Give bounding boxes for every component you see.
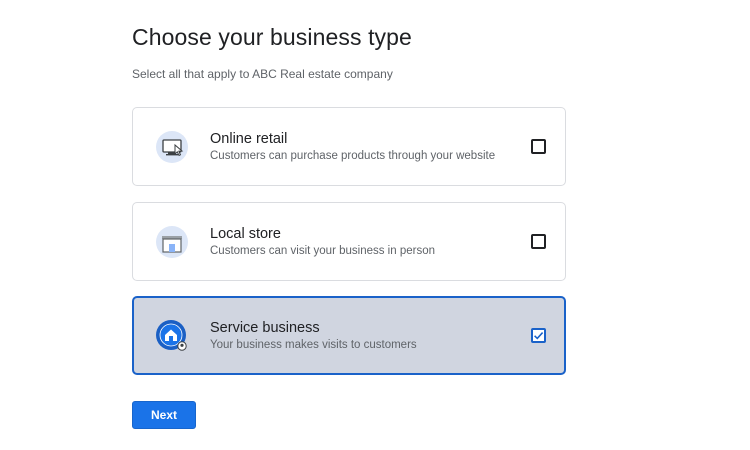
option-description: Customers can visit your business in per… [210,245,435,257]
online-retail-checkbox[interactable] [531,139,546,154]
option-title: Local store [210,226,281,242]
option-card-online-retail[interactable]: Online retail Customers can purchase pro… [132,107,566,186]
service-business-checkbox[interactable] [531,328,546,343]
option-description: Customers can purchase products through … [210,150,496,162]
option-title: Online retail [210,131,288,147]
house-location-icon [155,319,189,353]
checkmark-icon [534,332,544,340]
option-card-service-business[interactable]: Service business Your business makes vis… [132,296,566,375]
page-title: Choose your business type [132,24,412,50]
storefront-icon [155,225,189,259]
computer-cursor-icon [155,130,189,164]
option-description: Your business makes visits to customers [210,339,417,351]
next-button[interactable]: Next [132,401,196,429]
option-title: Service business [210,320,320,336]
option-card-local-store[interactable]: Local store Customers can visit your bus… [132,202,566,281]
local-store-checkbox[interactable] [531,234,546,249]
page-subtitle: Select all that apply to ABC Real estate… [132,67,393,81]
